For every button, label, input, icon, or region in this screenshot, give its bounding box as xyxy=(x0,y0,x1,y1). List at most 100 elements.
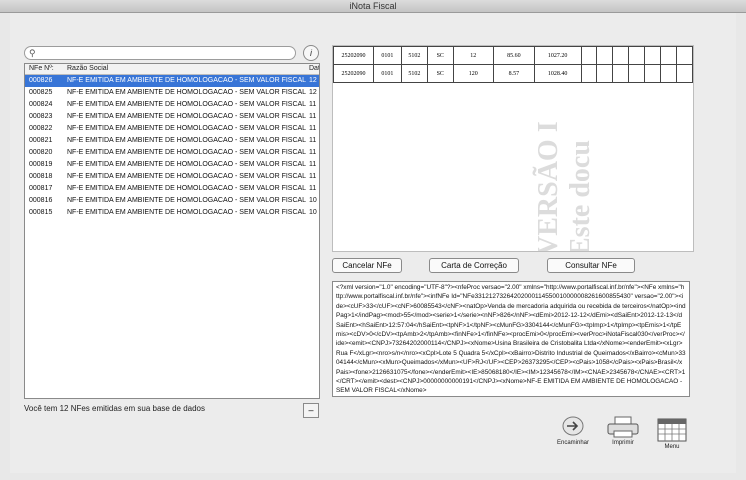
table-cell xyxy=(596,46,614,65)
info-button[interactable]: i xyxy=(303,45,319,61)
menu-label: Menu xyxy=(664,444,680,450)
list-cell-razao-social: NF-E EMITIDA EM AMBIENTE DE HOMOLOGACAO … xyxy=(67,89,307,96)
list-cell-razao-social: NF-E EMITIDA EM AMBIENTE DE HOMOLOGACAO … xyxy=(67,77,307,84)
list-cell-razao-social: NF-E EMITIDA EM AMBIENTE DE HOMOLOGACAO … xyxy=(67,185,307,192)
table-cell: 25202090 xyxy=(333,64,374,83)
cancel-nfe-button[interactable]: Cancelar NFe xyxy=(332,258,402,273)
list-cell-nfe-number: 000821 xyxy=(29,137,53,144)
list-item[interactable]: 000820 NF-E EMITIDA EM AMBIENTE DE HOMOLO… xyxy=(25,147,319,159)
table-cell: 1027.20 xyxy=(533,46,582,65)
list-cell-nfe-number: 000824 xyxy=(29,101,53,108)
list-cell-date: 12 xyxy=(309,89,317,96)
list-cell-date: 11 xyxy=(309,113,317,120)
table-cell: SC xyxy=(426,64,454,83)
list-item[interactable]: 000816 NF-E EMITIDA EM AMBIENTE DE HOMOLO… xyxy=(25,195,319,207)
watermark: VERSÃO I Este docu xyxy=(533,66,623,251)
list-cell-date: 11 xyxy=(309,149,317,156)
table-cell xyxy=(628,46,646,65)
table-cell xyxy=(660,46,677,65)
correction-letter-button[interactable]: Carta de Correção xyxy=(429,258,519,273)
xml-viewer[interactable]: <?xml version="1.0" encoding="UTF-8"?><n… xyxy=(332,281,690,397)
list-item[interactable]: 000817 NF-E EMITIDA EM AMBIENTE DE HOMOLO… xyxy=(25,183,319,195)
list-cell-razao-social: NF-E EMITIDA EM AMBIENTE DE HOMOLOGACAO … xyxy=(67,113,307,120)
column-header-date[interactable]: Dat xyxy=(309,64,319,74)
list-cell-nfe-number: 000815 xyxy=(29,209,53,216)
list-cell-date: 10 xyxy=(309,209,317,216)
list-body: 000826 NF-E EMITIDA EM AMBIENTE DE HOMOLO… xyxy=(25,75,319,219)
list-cell-date: 11 xyxy=(309,101,317,108)
calendar-menu-icon xyxy=(657,418,687,442)
search-icon: ⚲ xyxy=(29,48,36,58)
table-cell xyxy=(644,64,662,83)
list-cell-date: 11 xyxy=(309,185,317,192)
forward-icon xyxy=(562,416,584,436)
list-item[interactable]: 000821 NF-E EMITIDA EM AMBIENTE DE HOMOLO… xyxy=(25,135,319,147)
list-cell-date: 11 xyxy=(309,125,317,132)
nfe-list[interactable]: NFe Nº: Razão Social Dat 000826 NF-E EMIT… xyxy=(24,63,320,399)
table-cell xyxy=(628,64,646,83)
remove-button[interactable]: – xyxy=(303,403,319,418)
list-item[interactable]: 000822 NF-E EMITIDA EM AMBIENTE DE HOMOLO… xyxy=(25,123,319,135)
list-item[interactable]: 000823 NF-E EMITIDA EM AMBIENTE DE HOMOLO… xyxy=(25,111,319,123)
list-cell-nfe-number: 000817 xyxy=(29,185,53,192)
table-cell: SC xyxy=(426,46,454,65)
print-label: Imprimir xyxy=(612,440,634,446)
table-cell xyxy=(675,46,693,65)
items-table: 25202090 0101 5102 SC 12 85.60 1027.20 25202090… xyxy=(333,46,693,83)
window-titlebar: iNota Fiscal xyxy=(0,0,746,13)
list-item[interactable]: 000815 NF-E EMITIDA EM AMBIENTE DE HOMOLO… xyxy=(25,207,319,219)
table-cell: 25202090 xyxy=(333,46,374,65)
table-cell: 120 xyxy=(452,64,494,83)
table-row: 25202090 0101 5102 SC 12 85.60 1027.20 xyxy=(333,46,693,65)
table-row: 25202090 0101 5102 SC 120 8.57 1028.40 xyxy=(333,64,693,83)
list-cell-razao-social: NF-E EMITIDA EM AMBIENTE DE HOMOLOGACAO … xyxy=(67,161,307,168)
list-item[interactable]: 000819 NF-E EMITIDA EM AMBIENTE DE HOMOLO… xyxy=(25,159,319,171)
table-cell xyxy=(660,64,677,83)
list-cell-razao-social: NF-E EMITIDA EM AMBIENTE DE HOMOLOGACAO … xyxy=(67,137,307,144)
table-cell xyxy=(644,46,662,65)
list-cell-nfe-number: 000823 xyxy=(29,113,53,120)
list-cell-nfe-number: 000825 xyxy=(29,89,53,96)
list-item[interactable]: 000824 NF-E EMITIDA EM AMBIENTE DE HOMOLO… xyxy=(25,99,319,111)
list-item[interactable]: 000818 NF-E EMITIDA EM AMBIENTE DE HOMOLO… xyxy=(25,171,319,183)
list-cell-date: 11 xyxy=(309,137,317,144)
list-cell-date: 11 xyxy=(309,161,317,168)
list-cell-nfe-number: 000826 xyxy=(29,77,53,84)
forward-button[interactable]: Encaminhar xyxy=(548,414,598,446)
list-cell-nfe-number: 000822 xyxy=(29,125,53,132)
table-cell xyxy=(675,64,693,83)
printer-icon xyxy=(607,416,639,438)
list-cell-date: 12 xyxy=(309,77,317,84)
table-cell xyxy=(612,46,630,65)
forward-label: Encaminhar xyxy=(556,440,589,446)
watermark-line1: VERSÃO I xyxy=(533,121,564,252)
list-cell-razao-social: NF-E EMITIDA EM AMBIENTE DE HOMOLOGACAO … xyxy=(67,173,307,180)
table-cell: 0101 xyxy=(372,64,402,83)
list-cell-razao-social: NF-E EMITIDA EM AMBIENTE DE HOMOLOGACAO … xyxy=(67,209,307,216)
print-button[interactable]: Imprimir xyxy=(598,416,648,446)
list-cell-razao-social: NF-E EMITIDA EM AMBIENTE DE HOMOLOGACAO … xyxy=(67,197,307,204)
watermark-line2: Este docu xyxy=(565,140,596,252)
window-title: iNota Fiscal xyxy=(349,1,397,11)
list-item[interactable]: 000826 NF-E EMITIDA EM AMBIENTE DE HOMOLO… xyxy=(25,75,319,87)
list-cell-nfe-number: 000816 xyxy=(29,197,53,204)
list-cell-date: 11 xyxy=(309,173,317,180)
menu-button[interactable]: Menu xyxy=(647,418,697,450)
column-header-nfe[interactable]: NFe Nº: xyxy=(29,64,54,74)
list-cell-nfe-number: 000820 xyxy=(29,149,53,156)
column-header-razao-social[interactable]: Razão Social xyxy=(67,64,108,74)
table-cell xyxy=(580,46,598,65)
list-cell-nfe-number: 000819 xyxy=(29,161,53,168)
list-item[interactable]: 000825 NF-E EMITIDA EM AMBIENTE DE HOMOLO… xyxy=(25,87,319,99)
list-header: NFe Nº: Razão Social Dat xyxy=(25,64,319,75)
list-cell-nfe-number: 000818 xyxy=(29,173,53,180)
table-cell: 5102 xyxy=(400,64,428,83)
search-input[interactable]: ⚲ xyxy=(24,46,296,60)
status-text: Você tem 12 NFes emitidas em sua base de… xyxy=(24,404,205,413)
table-cell: 8.57 xyxy=(492,64,535,83)
consult-nfe-button[interactable]: Consultar NFe xyxy=(547,258,635,273)
table-cell: 85.60 xyxy=(492,46,535,65)
list-cell-razao-social: NF-E EMITIDA EM AMBIENTE DE HOMOLOGACAO … xyxy=(67,125,307,132)
table-cell: 0101 xyxy=(372,46,402,65)
list-cell-date: 10 xyxy=(309,197,317,204)
